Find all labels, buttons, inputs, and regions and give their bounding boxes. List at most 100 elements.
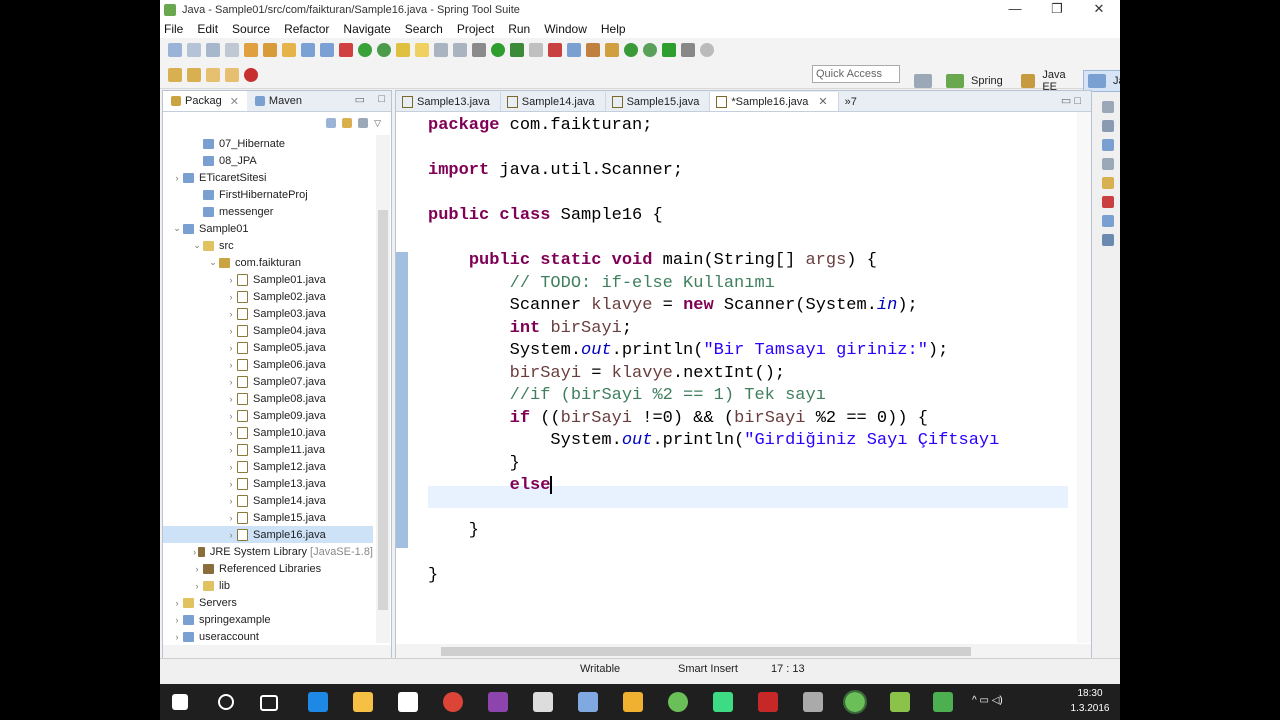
disconnect-icon[interactable]: [700, 43, 714, 57]
spring-explorer-icon[interactable]: [1102, 139, 1114, 151]
menu-source[interactable]: Source: [232, 22, 270, 36]
task-icon[interactable]: [320, 43, 334, 57]
view-menu-icon[interactable]: ▽: [374, 118, 381, 129]
menu-search[interactable]: Search: [405, 22, 443, 36]
tree-item[interactable]: › Sample05.java: [163, 339, 373, 356]
refresh-icon[interactable]: [377, 43, 391, 57]
expand-arrow-icon[interactable]: ›: [171, 598, 183, 608]
editor-view-controls-icon[interactable]: ▭ □: [1061, 94, 1081, 107]
expand-arrow-icon[interactable]: ›: [225, 530, 237, 540]
javadoc-icon[interactable]: [1102, 215, 1114, 227]
paragraph-icon[interactable]: [453, 43, 467, 57]
highlight-icon[interactable]: [415, 43, 429, 57]
tree-item[interactable]: › Referenced Libraries: [163, 560, 373, 577]
editor-tab[interactable]: Sample13.java: [396, 92, 501, 111]
menu-window[interactable]: Window: [544, 22, 587, 36]
expand-arrow-icon[interactable]: ›: [225, 394, 237, 404]
editor-app-icon[interactable]: [933, 692, 953, 712]
tree-item[interactable]: ⌄ Sample01: [163, 220, 373, 237]
quick-access-input[interactable]: Quick Access: [812, 65, 900, 83]
expand-arrow-icon[interactable]: ›: [171, 615, 183, 625]
expand-arrow-icon[interactable]: ›: [225, 513, 237, 523]
android-studio-icon[interactable]: [713, 692, 733, 712]
tree-item[interactable]: › springexample: [163, 611, 373, 628]
play-icon[interactable]: [662, 43, 676, 57]
menu-refactor[interactable]: Refactor: [284, 22, 329, 36]
perspective-java[interactable]: Java: [1083, 70, 1120, 92]
chrome-icon[interactable]: [443, 692, 463, 712]
boot-dashboard-icon[interactable]: [624, 43, 638, 57]
expand-arrow-icon[interactable]: ›: [225, 360, 237, 370]
tree-item[interactable]: › Sample16.java: [163, 526, 373, 543]
expand-arrow-icon[interactable]: ⌄: [207, 257, 219, 268]
clock-time[interactable]: 18:30: [1065, 688, 1115, 699]
calculator-icon[interactable]: [533, 692, 553, 712]
tree-item[interactable]: › Sample04.java: [163, 322, 373, 339]
back-icon[interactable]: [206, 68, 220, 82]
expand-arrow-icon[interactable]: ›: [191, 547, 198, 557]
tree-item[interactable]: › Sample07.java: [163, 373, 373, 390]
code-area[interactable]: package com.faikturan; import java.util.S…: [428, 112, 1068, 643]
expand-arrow-icon[interactable]: ›: [171, 173, 183, 183]
search-icon[interactable]: [567, 43, 581, 57]
problems-icon[interactable]: [1102, 177, 1114, 189]
package-explorer-hscrollbar[interactable]: [163, 645, 391, 659]
open-folder-icon[interactable]: [263, 43, 277, 57]
search-taskbar-icon[interactable]: [218, 694, 234, 710]
more-tabs-button[interactable]: »7: [839, 92, 867, 111]
tree-item[interactable]: 07_Hibernate: [163, 135, 373, 152]
menu-navigate[interactable]: Navigate: [343, 22, 390, 36]
tree-item[interactable]: › Sample10.java: [163, 424, 373, 441]
expand-arrow-icon[interactable]: ›: [191, 564, 203, 574]
new-icon[interactable]: [168, 43, 182, 57]
tree-item[interactable]: › Sample09.java: [163, 407, 373, 424]
virtualbox-icon[interactable]: [578, 692, 598, 712]
restore-button[interactable]: ❐: [1036, 0, 1078, 20]
servers-icon[interactable]: [1102, 196, 1114, 208]
open-type-icon[interactable]: [244, 43, 258, 57]
debug-icon[interactable]: [510, 43, 524, 57]
open-perspective-button[interactable]: [910, 72, 936, 90]
tree-item[interactable]: messenger: [163, 203, 373, 220]
editor-vscrollbar[interactable]: [1077, 112, 1091, 643]
package-icon[interactable]: [586, 43, 600, 57]
tree-item[interactable]: › Servers: [163, 594, 373, 611]
profile-icon[interactable]: [643, 43, 657, 57]
edge-icon[interactable]: [308, 692, 328, 712]
tree-item[interactable]: › Sample06.java: [163, 356, 373, 373]
menu-edit[interactable]: Edit: [197, 22, 218, 36]
pdf-icon[interactable]: [758, 692, 778, 712]
task-view-icon[interactable]: [260, 695, 278, 711]
clock-date[interactable]: 1.3.2016: [1065, 703, 1115, 714]
save-icon[interactable]: [206, 43, 220, 57]
show-whitespace-icon[interactable]: [434, 43, 448, 57]
run-server-icon[interactable]: [358, 43, 372, 57]
next-annotation-icon[interactable]: [168, 68, 182, 82]
editor-hscroll-thumb[interactable]: [441, 647, 971, 656]
console-icon[interactable]: [301, 43, 315, 57]
spring-cycle-icon[interactable]: [244, 68, 258, 82]
terminate-icon[interactable]: [681, 43, 695, 57]
sts-active-icon[interactable]: [843, 690, 867, 714]
editor-tab[interactable]: Sample15.java: [606, 92, 711, 111]
tree-item[interactable]: › Sample08.java: [163, 390, 373, 407]
tree-item[interactable]: › Sample01.java: [163, 271, 373, 288]
tree-item[interactable]: › Sample02.java: [163, 288, 373, 305]
close-button[interactable]: ✕: [1078, 0, 1120, 20]
console-view-icon[interactable]: [1102, 234, 1114, 246]
mark-occurrences-icon[interactable]: [396, 43, 410, 57]
menu-help[interactable]: Help: [601, 22, 626, 36]
expand-arrow-icon[interactable]: ›: [171, 632, 183, 642]
forward-icon[interactable]: [225, 68, 239, 82]
close-tab-icon[interactable]: ✕: [818, 95, 827, 108]
menu-run[interactable]: Run: [508, 22, 530, 36]
spring-sts-taskbar-icon[interactable]: [668, 692, 688, 712]
tree-item[interactable]: › Sample14.java: [163, 492, 373, 509]
debug-skip-icon[interactable]: [339, 43, 353, 57]
expand-arrow-icon[interactable]: ›: [225, 411, 237, 421]
expand-arrow-icon[interactable]: ›: [225, 445, 237, 455]
external-tools-icon[interactable]: [548, 43, 562, 57]
maximize-view-icon[interactable]: □: [378, 93, 385, 105]
tree-item[interactable]: ⌄ com.faikturan: [163, 254, 373, 271]
task-list-icon[interactable]: [1102, 120, 1114, 132]
